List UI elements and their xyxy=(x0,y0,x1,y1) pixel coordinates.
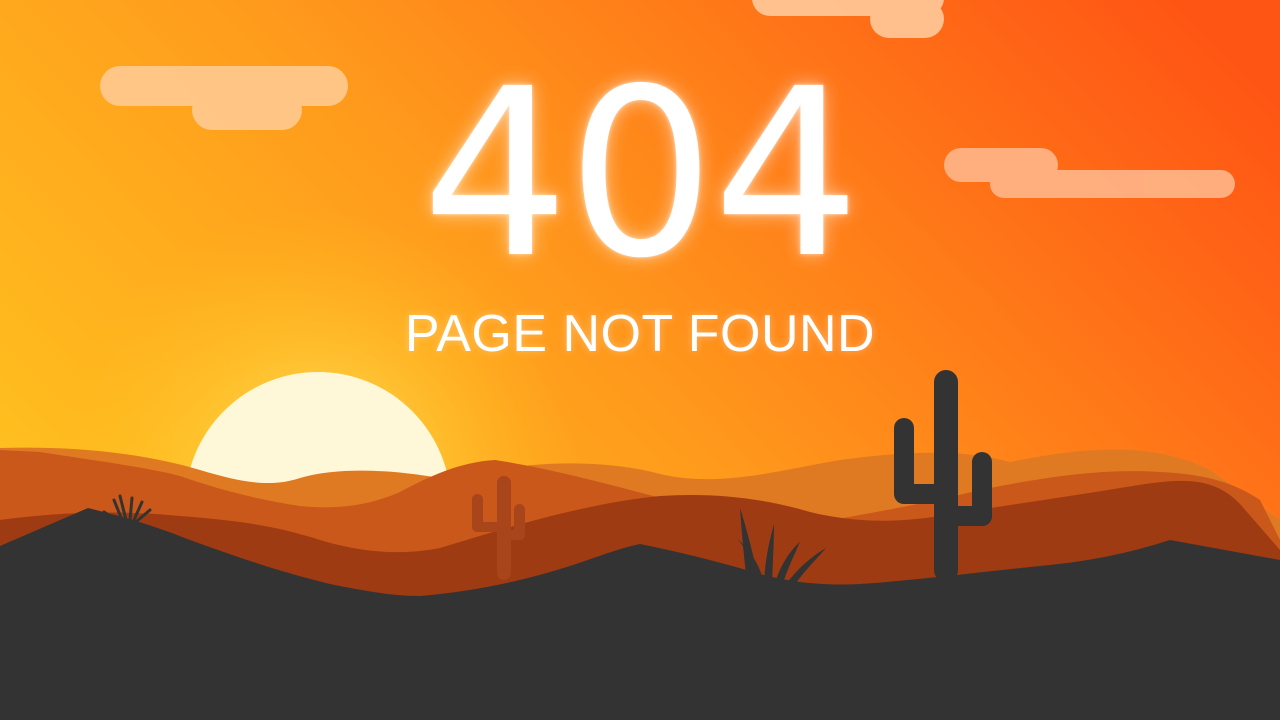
error-message: PAGE NOT FOUND xyxy=(404,305,876,363)
error-code-heading: 404 xyxy=(421,39,861,309)
error-404-scene: 404 PAGE NOT FOUND xyxy=(0,0,1280,720)
